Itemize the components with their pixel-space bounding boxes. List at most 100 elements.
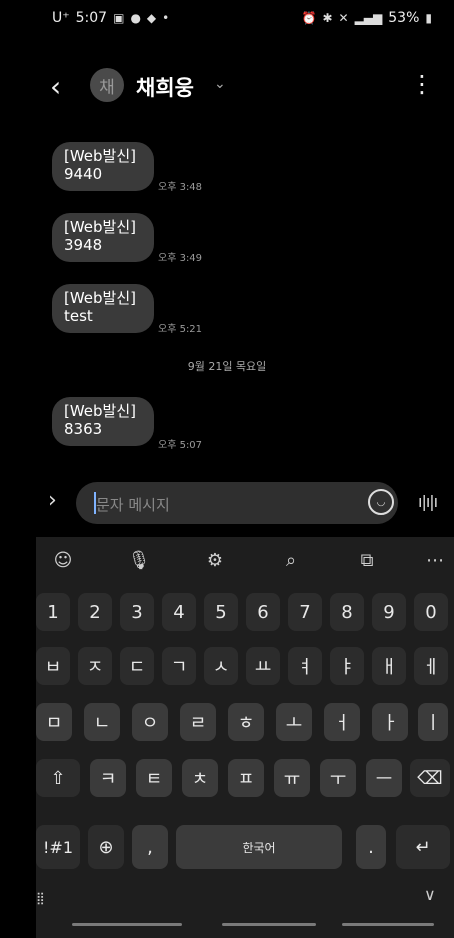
emoji-icon[interactable]: ☺ xyxy=(48,545,78,575)
status-left: U⁺ 5:07 ▣ ● ◆ • xyxy=(52,10,169,26)
message-time: 오후 3:48 xyxy=(158,182,203,193)
signal-icon: ▂▄▆ xyxy=(354,11,383,25)
key-row-1: ㅂ ㅈ ㄷ ㄱ ㅅ ㅛ ㅕ ㅑ ㅐ ㅔ xyxy=(36,647,454,687)
more-icon[interactable]: ⋯ xyxy=(420,545,450,575)
avatar[interactable]: 채 xyxy=(90,68,124,102)
hide-keyboard-icon[interactable]: ∨ xyxy=(424,885,436,904)
message-body: 9440 xyxy=(64,165,103,183)
bluetooth-icon: ✱ xyxy=(322,11,333,25)
enter-key[interactable]: ↵ xyxy=(396,825,450,869)
key[interactable]: 8 xyxy=(330,593,364,631)
key[interactable]: ㅔ xyxy=(414,647,448,685)
space-key[interactable]: 한국어 xyxy=(176,825,342,869)
key[interactable]: ㅅ xyxy=(204,647,238,685)
expand-attachments-button[interactable]: › xyxy=(48,488,57,513)
comma-key[interactable]: , xyxy=(132,825,168,869)
status-bar: U⁺ 5:07 ▣ ● ◆ • ⏰ ✱ ✕ ▂▄▆ 53% ▮ xyxy=(0,10,454,34)
key[interactable]: ㅓ xyxy=(324,703,360,741)
search-icon[interactable]: ⌕ xyxy=(276,545,306,575)
back-button[interactable]: ‹ xyxy=(50,70,61,103)
key[interactable]: ㄹ xyxy=(180,703,216,741)
bottom-key-row: !#1 ⊕ , 한국어 . ↵ xyxy=(36,825,454,869)
key[interactable]: ㅡ xyxy=(366,759,402,797)
key[interactable]: ㅜ xyxy=(320,759,356,797)
settings-icon[interactable]: ⚙ xyxy=(200,545,230,575)
message-notification-icon: ● xyxy=(130,11,141,25)
nav-back[interactable] xyxy=(342,923,434,926)
date-separator: 9월 21일 목요일 xyxy=(187,360,267,373)
key[interactable]: 6 xyxy=(246,593,280,631)
key[interactable]: ㅑ xyxy=(330,647,364,685)
message-time: 오후 3:49 xyxy=(158,253,203,264)
message-bubble[interactable]: [Web발신] 3948 xyxy=(52,213,154,262)
keyboard-grid-icon[interactable]: ⣿ xyxy=(36,891,45,905)
voice-record-button[interactable]: ı|ı|ı xyxy=(418,492,438,511)
symbols-key[interactable]: !#1 xyxy=(36,825,80,869)
key[interactable]: 1 xyxy=(36,593,70,631)
message-bubble[interactable]: [Web발신] 9440 xyxy=(52,142,154,191)
key[interactable]: ㅎ xyxy=(228,703,264,741)
message-bubble[interactable]: [Web발신] 8363 xyxy=(52,397,154,446)
number-row: 1 2 3 4 5 6 7 8 9 0 xyxy=(36,593,454,633)
message-input-placeholder: 문자 메시지 xyxy=(96,496,170,514)
key[interactable]: ㅍ xyxy=(228,759,264,797)
mute-icon: ✕ xyxy=(338,11,349,25)
key[interactable]: ㅋ xyxy=(90,759,126,797)
key[interactable]: 0 xyxy=(414,593,448,631)
key[interactable]: ㄴ xyxy=(84,703,120,741)
battery-percent: 53% xyxy=(388,10,420,26)
key[interactable]: ㅛ xyxy=(246,647,280,685)
key[interactable]: ㅕ xyxy=(288,647,322,685)
translate-icon[interactable]: ⧉ xyxy=(352,545,382,575)
keyboard-toolbar: ☺ 🎙 ⚙ ⌕ ⧉ ⋯ xyxy=(36,537,454,585)
chevron-down-icon[interactable]: ⌄ xyxy=(214,76,226,92)
key[interactable]: ㄱ xyxy=(162,647,196,685)
key[interactable]: ㅐ xyxy=(372,647,406,685)
app-notification-icon: ◆ xyxy=(146,11,157,25)
key[interactable]: 7 xyxy=(288,593,322,631)
message-header: [Web발신] xyxy=(64,147,137,165)
message-body: 8363 xyxy=(64,420,103,438)
key[interactable]: ㄷ xyxy=(120,647,154,685)
carrier-label: U⁺ xyxy=(52,10,70,26)
key[interactable]: 5 xyxy=(204,593,238,631)
nav-recents[interactable] xyxy=(72,923,182,926)
shift-key[interactable]: ⇧ xyxy=(36,759,80,797)
key[interactable]: 9 xyxy=(372,593,406,631)
message-header: [Web발신] xyxy=(64,218,137,236)
message-bubble[interactable]: [Web발신] test xyxy=(52,284,154,333)
language-key[interactable]: ⊕ xyxy=(88,825,124,869)
key[interactable]: 4 xyxy=(162,593,196,631)
period-key[interactable]: . xyxy=(356,825,386,869)
key[interactable]: ㅣ xyxy=(418,703,448,741)
key[interactable]: ㅊ xyxy=(182,759,218,797)
key[interactable]: ㅗ xyxy=(276,703,312,741)
message-body: 3948 xyxy=(64,236,103,254)
status-right: ⏰ ✱ ✕ ▂▄▆ 53% ▮ xyxy=(302,10,433,26)
conversation-header: ‹ 채 채희웅 ⌄ ⋮ xyxy=(0,66,454,110)
emoji-icon[interactable]: ◡ xyxy=(368,489,394,515)
microphone-icon[interactable]: 🎙 xyxy=(124,545,154,575)
message-header: [Web발신] xyxy=(64,402,137,420)
message-body: test xyxy=(64,307,93,325)
gallery-notification-icon: ▣ xyxy=(113,11,125,25)
globe-icon: ⊕ xyxy=(98,836,114,858)
key[interactable]: ㅏ xyxy=(372,703,408,741)
key[interactable]: ㅁ xyxy=(36,703,72,741)
contact-name[interactable]: 채희웅 xyxy=(136,72,194,102)
key[interactable]: 2 xyxy=(78,593,112,631)
key[interactable]: ㅈ xyxy=(78,647,112,685)
key[interactable]: 3 xyxy=(120,593,154,631)
compose-bar: › 문자 메시지 ◡ ı|ı|ı xyxy=(0,482,454,526)
message-time: 오후 5:21 xyxy=(158,324,203,335)
key[interactable]: ㅇ xyxy=(132,703,168,741)
shift-icon: ⇧ xyxy=(50,767,66,789)
key[interactable]: ㅂ xyxy=(36,647,70,685)
more-options-button[interactable]: ⋮ xyxy=(410,70,434,98)
key[interactable]: ㅠ xyxy=(274,759,310,797)
keyboard: ☺ 🎙 ⚙ ⌕ ⧉ ⋯ 1 2 3 4 5 6 7 8 9 0 ㅂ ㅈ ㄷ ㄱ … xyxy=(36,537,454,938)
nav-home[interactable] xyxy=(222,923,316,926)
key[interactable]: ㅌ xyxy=(136,759,172,797)
backspace-key[interactable]: ⌫ xyxy=(410,759,450,797)
enter-icon: ↵ xyxy=(415,836,431,858)
